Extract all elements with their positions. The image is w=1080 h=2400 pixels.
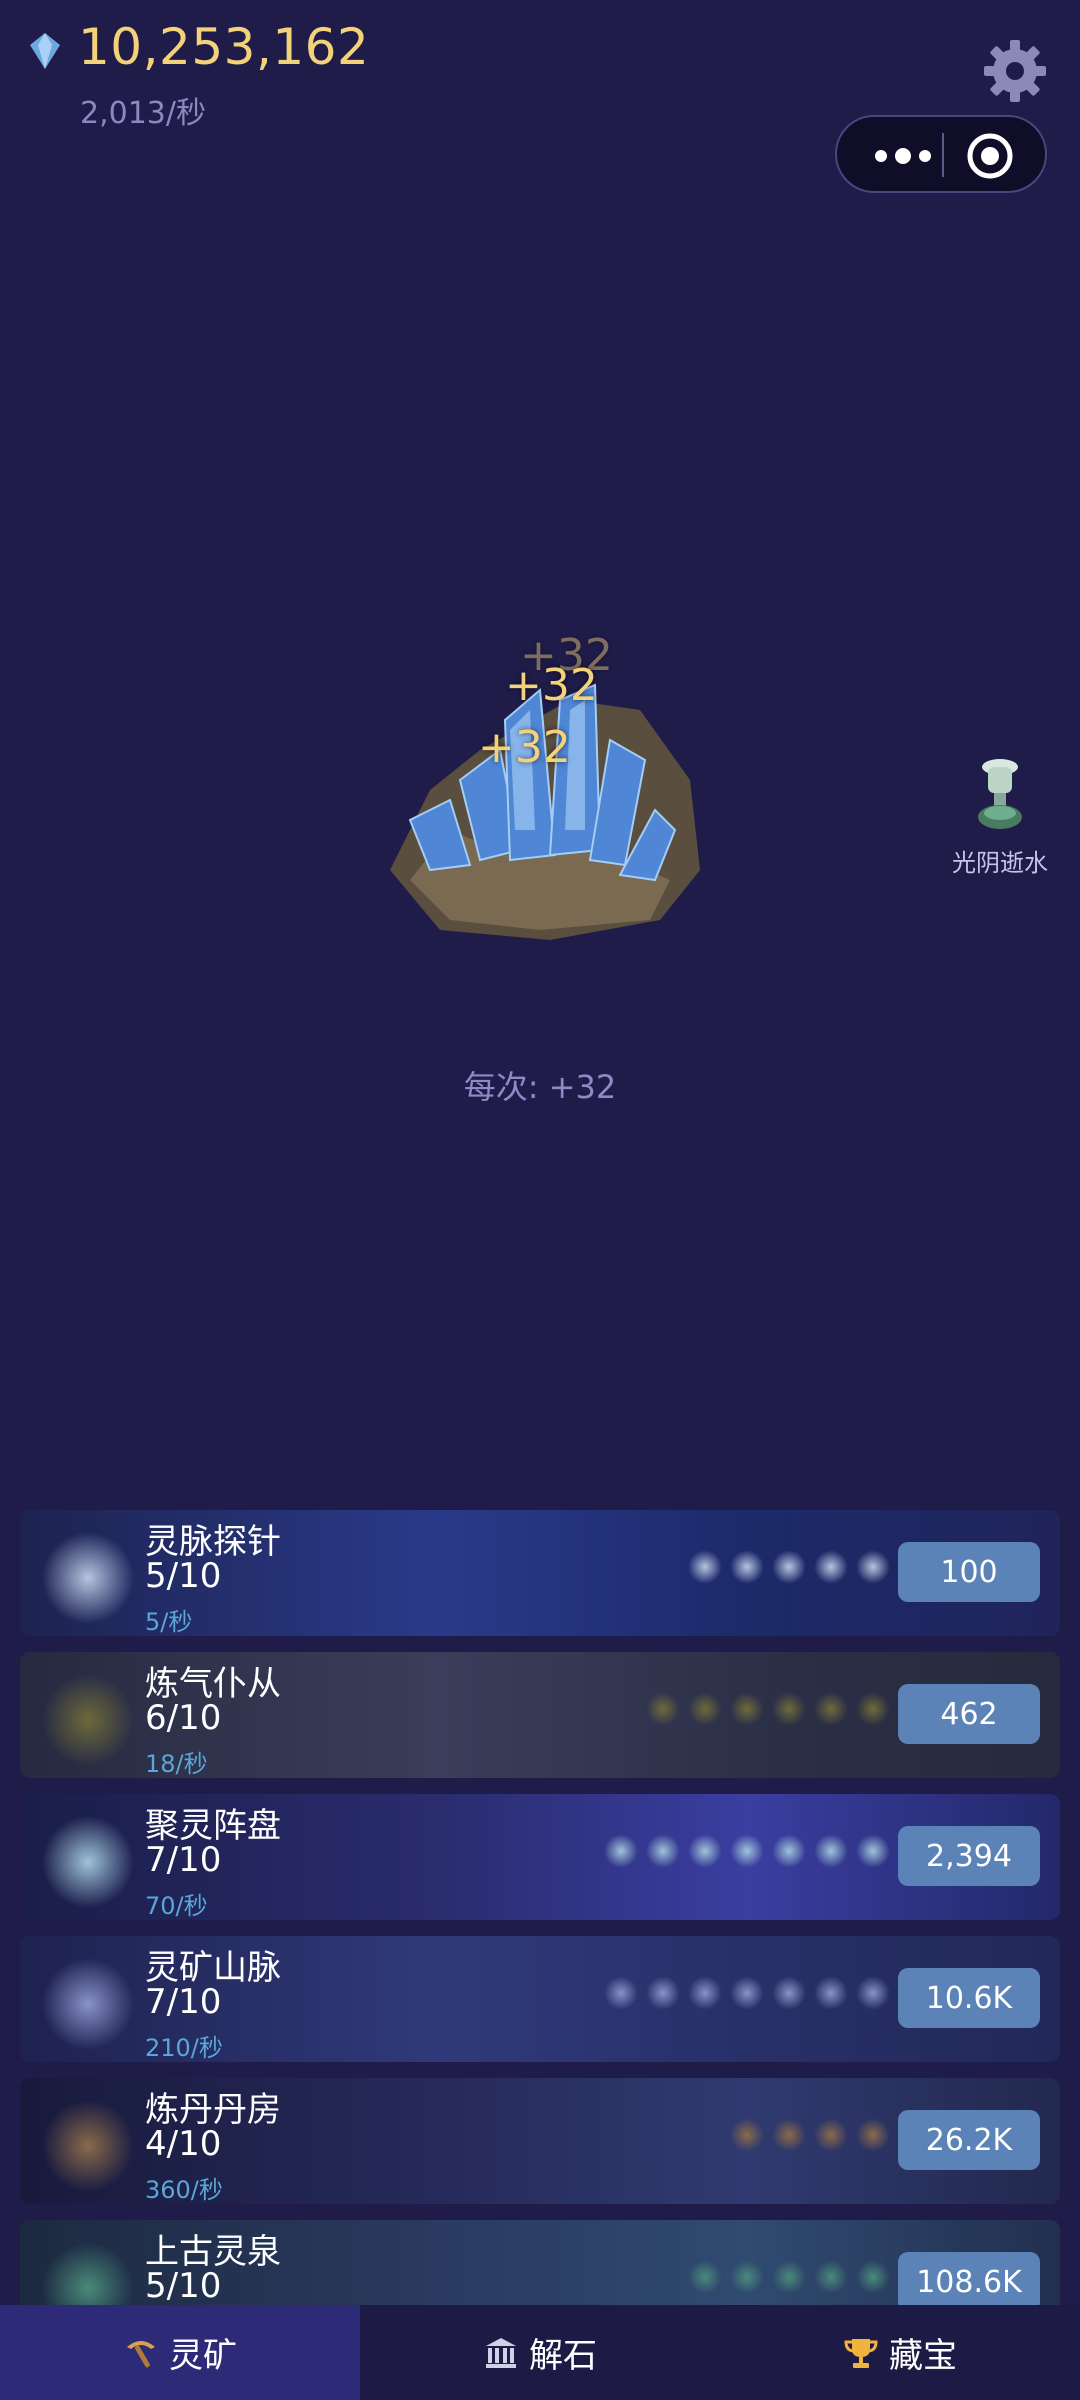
- pickaxe-icon: [127, 2340, 155, 2367]
- upgrade-level: 7/10: [145, 1982, 222, 2022]
- mini-program-capsule: [835, 115, 1047, 193]
- owned-units-row: [604, 1834, 890, 1878]
- owned-unit-icon: [646, 1692, 680, 1726]
- upgrade-level: 4/10: [145, 2124, 222, 2164]
- tab-mine[interactable]: 灵矿: [0, 2305, 360, 2400]
- owned-unit-icon: [814, 2260, 848, 2294]
- owned-units-row: [688, 1550, 890, 1594]
- temple-icon: [486, 2337, 516, 2368]
- production-rate: 2,013/秒: [80, 96, 206, 131]
- upgrade-production: 210/秒: [145, 2034, 223, 2062]
- owned-unit-icon: [730, 1550, 764, 1584]
- owned-unit-icon: [646, 1976, 680, 2010]
- upgrade-production: 70/秒: [145, 1892, 208, 1920]
- buy-upgrade-button[interactable]: 108.6K: [898, 2252, 1040, 2305]
- owned-unit-icon: [814, 1834, 848, 1868]
- upgrade-thumbnail: [38, 1670, 138, 1770]
- owned-units-row: [604, 1976, 890, 2020]
- owned-unit-icon: [772, 2260, 806, 2294]
- total-crystals: 10,253,162: [78, 18, 370, 76]
- owned-unit-icon: [730, 1834, 764, 1868]
- upgrade-card[interactable]: 灵脉探针 5/10 5/秒 100: [20, 1510, 1060, 1636]
- click-popup-number: +32: [478, 722, 571, 773]
- owned-unit-icon: [856, 1834, 890, 1868]
- upgrade-production: 360/秒: [145, 2176, 223, 2204]
- upgrade-thumbnail: [38, 2096, 138, 2196]
- owned-unit-icon: [688, 2260, 722, 2294]
- upgrade-card[interactable]: 上古灵泉 5/10 108.6K: [20, 2220, 1060, 2305]
- upgrade-card[interactable]: 灵矿山脉 7/10 210/秒 10.6K: [20, 1936, 1060, 2062]
- owned-unit-icon: [604, 1834, 638, 1868]
- owned-unit-icon: [688, 1976, 722, 2010]
- owned-unit-icon: [688, 1834, 722, 1868]
- buy-upgrade-button[interactable]: 26.2K: [898, 2110, 1040, 2170]
- owned-unit-icon: [730, 1976, 764, 2010]
- capsule-divider: [942, 133, 944, 177]
- click-popup-number: +32: [505, 660, 598, 711]
- tab-label: 藏宝: [889, 2336, 957, 2376]
- boost-item[interactable]: 光阴逝水: [940, 755, 1060, 878]
- owned-unit-icon: [730, 2260, 764, 2294]
- upgrade-list[interactable]: 灵脉探针 5/10 5/秒 100 炼气仆从 6/10 18/秒 462 聚灵阵盘 7/10 70/…: [20, 1510, 1060, 2305]
- owned-unit-icon: [772, 1834, 806, 1868]
- upgrade-card[interactable]: 聚灵阵盘 7/10 70/秒 2,394: [20, 1794, 1060, 1920]
- owned-unit-icon: [688, 1692, 722, 1726]
- upgrade-production: 5/秒: [145, 1608, 193, 1636]
- tab-label: 解石: [529, 2336, 597, 2376]
- tab-unlock-stone[interactable]: 解石: [360, 2305, 720, 2400]
- owned-units-row: [730, 2118, 890, 2162]
- buy-upgrade-button[interactable]: 2,394: [898, 1826, 1040, 1886]
- owned-unit-icon: [856, 1692, 890, 1726]
- owned-units-row: [688, 2260, 890, 2304]
- owned-unit-icon: [814, 2118, 848, 2152]
- owned-unit-icon: [856, 2260, 890, 2294]
- owned-unit-icon: [772, 1692, 806, 1726]
- upgrade-thumbnail: [38, 2238, 138, 2305]
- owned-unit-icon: [856, 1550, 890, 1584]
- owned-unit-icon: [772, 2118, 806, 2152]
- tab-treasure[interactable]: 藏宝: [720, 2305, 1080, 2400]
- potion-icon: [978, 759, 1022, 829]
- owned-unit-icon: [688, 1550, 722, 1584]
- per-click-value: 每次: +32: [463, 1068, 617, 1106]
- owned-units-row: [646, 1692, 890, 1736]
- gear-icon[interactable]: [980, 36, 1050, 106]
- upgrade-thumbnail: [38, 1812, 138, 1912]
- owned-unit-icon: [814, 1692, 848, 1726]
- gem-icon: [30, 33, 60, 69]
- upgrade-thumbnail: [38, 1954, 138, 2054]
- owned-unit-icon: [856, 1976, 890, 2010]
- owned-unit-icon: [772, 1550, 806, 1584]
- upgrade-card[interactable]: 炼气仆从 6/10 18/秒 462: [20, 1652, 1060, 1778]
- upgrade-level: 5/10: [145, 1556, 222, 1596]
- owned-unit-icon: [730, 2118, 764, 2152]
- target-icon[interactable]: [965, 131, 1015, 181]
- upgrade-card[interactable]: 炼丹丹房 4/10 360/秒 26.2K: [20, 2078, 1060, 2204]
- top-bar: 10,253,162 2,013/秒: [0, 0, 1080, 193]
- more-dots-icon[interactable]: [867, 141, 947, 171]
- owned-unit-icon: [730, 1692, 764, 1726]
- tab-label: 灵矿: [169, 2336, 237, 2376]
- owned-unit-icon: [772, 1976, 806, 2010]
- upgrade-level: 6/10: [145, 1698, 222, 1738]
- upgrade-level: 7/10: [145, 1840, 222, 1880]
- upgrade-production: 18/秒: [145, 1750, 208, 1778]
- owned-unit-icon: [814, 1550, 848, 1584]
- trophy-icon: [844, 2338, 878, 2368]
- owned-unit-icon: [604, 1976, 638, 2010]
- upgrade-level: 5/10: [145, 2266, 222, 2305]
- boost-label: 光阴逝水: [952, 849, 1048, 877]
- owned-unit-icon: [646, 1834, 680, 1868]
- buy-upgrade-button[interactable]: 462: [898, 1684, 1040, 1744]
- buy-upgrade-button[interactable]: 10.6K: [898, 1968, 1040, 2028]
- owned-unit-icon: [856, 2118, 890, 2152]
- owned-unit-icon: [814, 1976, 848, 2010]
- upgrade-thumbnail: [38, 1528, 138, 1628]
- buy-upgrade-button[interactable]: 100: [898, 1542, 1040, 1602]
- bottom-tab-bar: 灵矿 解石 藏宝: [0, 2305, 1080, 2400]
